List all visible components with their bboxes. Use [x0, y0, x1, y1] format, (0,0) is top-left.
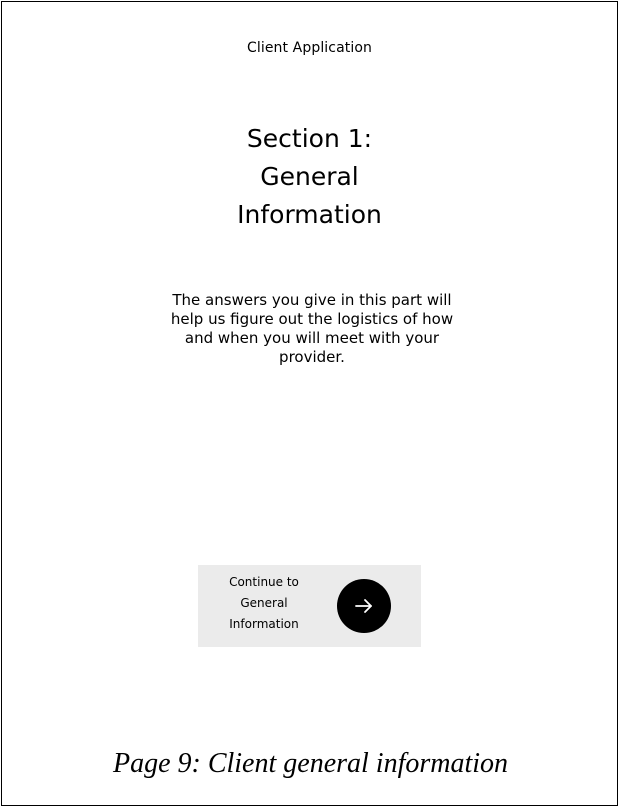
continue-label-line-1: Continue to — [229, 575, 299, 589]
app-title: Client Application — [246, 40, 372, 56]
arrow-right-glyph — [355, 599, 372, 613]
section-title-line-3: Information — [237, 200, 382, 229]
continue-label-line-2: General — [240, 596, 288, 610]
figure-caption: Page 9: Client general information — [112, 748, 509, 779]
page-frame: Client Application Section 1: General In… — [1, 1, 618, 806]
continue-label-line-3: Information — [229, 617, 299, 631]
section-title-line-1: Section 1: — [246, 124, 373, 153]
section-title: Section 1: General Information — [2, 120, 617, 234]
section-description: The answers you give in this part will h… — [170, 291, 454, 366]
section-title-line-2: General — [260, 162, 359, 191]
arrow-right-icon[interactable] — [337, 579, 391, 633]
continue-to-general-information-button[interactable]: Continue to General Information — [198, 565, 421, 647]
continue-button-label: Continue to General Information — [198, 572, 330, 635]
